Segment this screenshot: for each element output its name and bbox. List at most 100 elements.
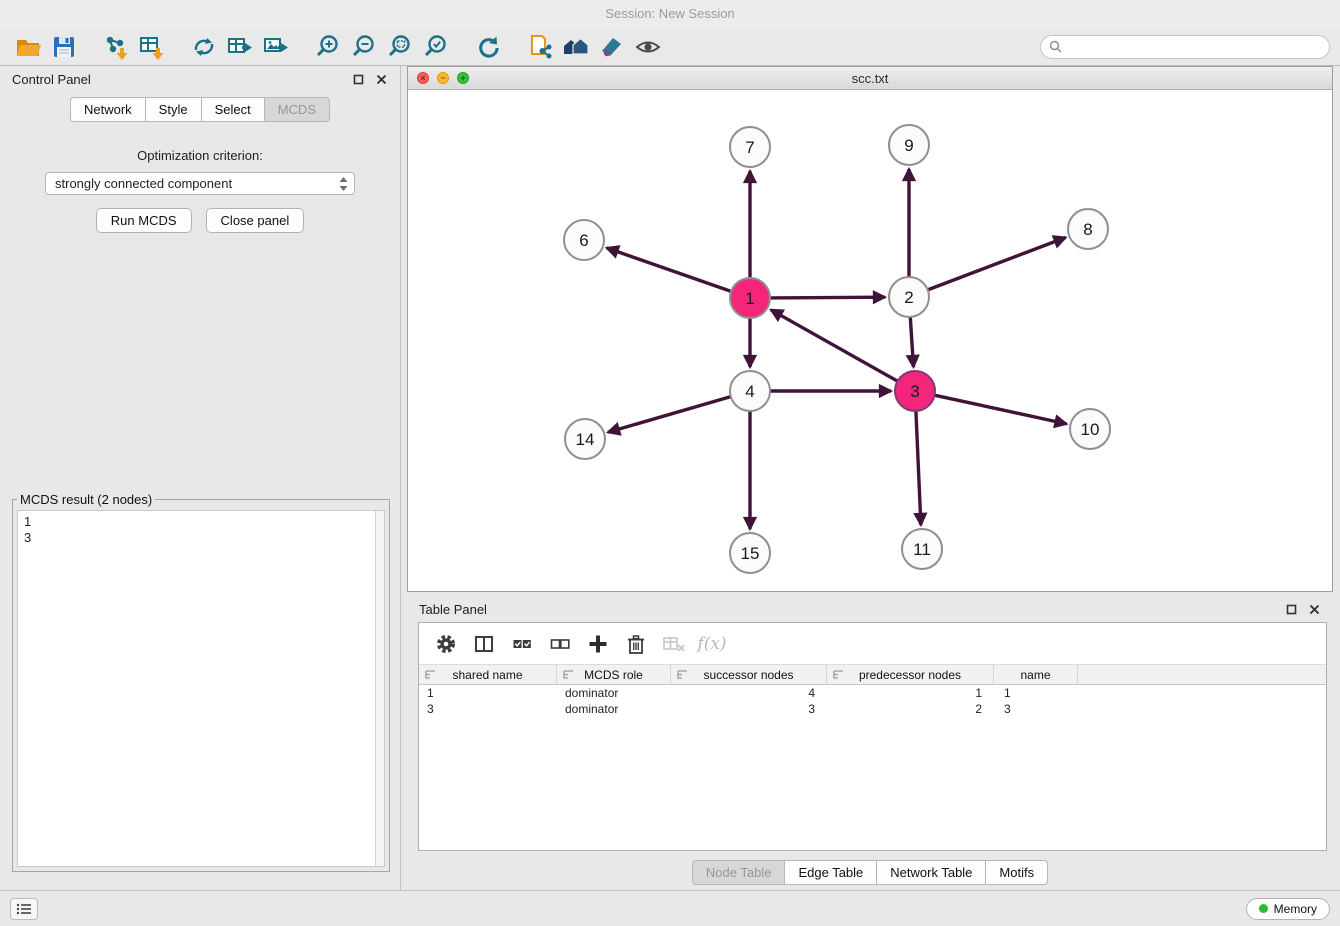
table-settings-button[interactable]: [429, 628, 463, 660]
table-row[interactable]: 3 dominator 3 2 3: [419, 701, 1326, 717]
graph-edge-3-10[interactable]: [935, 395, 1067, 424]
memory-button[interactable]: Memory: [1246, 898, 1330, 920]
export-table-button[interactable]: [222, 31, 258, 63]
import-table-icon: [138, 33, 166, 61]
minimize-window-button[interactable]: −: [437, 72, 449, 84]
cell-successor-nodes[interactable]: 3: [671, 701, 827, 717]
float-table-panel-button[interactable]: [1284, 602, 1298, 616]
graph-edge-2-3[interactable]: [910, 317, 913, 367]
delete-column-button[interactable]: [619, 628, 653, 660]
trash-icon: [625, 633, 647, 655]
cell-predecessor-nodes[interactable]: 1: [827, 685, 994, 701]
table-panel: Table Panel: [407, 596, 1333, 887]
zoom-fit-button[interactable]: [382, 31, 418, 63]
graph-node-6[interactable]: 6: [564, 220, 604, 260]
cell-shared-name[interactable]: 1: [419, 685, 557, 701]
graph-edge-2-8[interactable]: [928, 238, 1066, 290]
control-panel-header: Control Panel: [0, 66, 400, 92]
tab-style[interactable]: Style: [146, 97, 202, 122]
graph-edge-3-1[interactable]: [771, 310, 898, 381]
float-window-icon: [1286, 604, 1297, 615]
open-session-button[interactable]: [10, 31, 46, 63]
function-builder-button[interactable]: f(x): [695, 628, 729, 660]
graph-node-3[interactable]: 3: [895, 371, 935, 411]
tab-select[interactable]: Select: [202, 97, 265, 122]
float-panel-button[interactable]: [351, 72, 365, 86]
table-row[interactable]: 1 dominator 4 1 1: [419, 685, 1326, 701]
graph-edge-1-2[interactable]: [770, 297, 885, 298]
export-network-button[interactable]: [186, 31, 222, 63]
tab-network[interactable]: Network: [70, 97, 146, 122]
network-canvas[interactable]: 7 9 6 8 1 2 4 3 14 10 15 11: [408, 90, 1332, 591]
tab-edge-table[interactable]: Edge Table: [785, 860, 877, 885]
apply-style-button[interactable]: [594, 31, 630, 63]
close-table-panel-button[interactable]: [1307, 602, 1321, 616]
zoom-selected-button[interactable]: [418, 31, 454, 63]
graph-edge-3-11[interactable]: [916, 411, 921, 525]
result-scrollbar[interactable]: [375, 511, 384, 866]
import-table-button[interactable]: [134, 31, 170, 63]
export-image-button[interactable]: [258, 31, 294, 63]
graph-node-1[interactable]: 1: [730, 278, 770, 318]
graph-node-10[interactable]: 10: [1070, 409, 1110, 449]
cell-shared-name[interactable]: 3: [419, 701, 557, 717]
show-columns-button[interactable]: [467, 628, 501, 660]
svg-text:11: 11: [913, 540, 931, 559]
column-header-shared-name[interactable]: shared name: [419, 665, 557, 684]
cell-predecessor-nodes[interactable]: 2: [827, 701, 994, 717]
column-type-icon: [833, 669, 844, 680]
add-column-button[interactable]: [581, 628, 615, 660]
graph-node-7[interactable]: 7: [730, 127, 770, 167]
close-panel-button[interactable]: [374, 72, 388, 86]
svg-text:9: 9: [904, 136, 913, 155]
cell-name[interactable]: 3: [994, 701, 1078, 717]
column-header-name[interactable]: name: [994, 665, 1078, 684]
float-window-icon: [353, 74, 364, 85]
home-button[interactable]: [558, 31, 594, 63]
column-header-successor-nodes[interactable]: successor nodes: [671, 665, 827, 684]
graph-edge-1-6[interactable]: [607, 248, 731, 292]
tab-network-table[interactable]: Network Table: [877, 860, 986, 885]
zoom-out-button[interactable]: [346, 31, 382, 63]
show-graphics-details-button[interactable]: [630, 31, 666, 63]
graph-node-14[interactable]: 14: [565, 419, 605, 459]
deselect-all-button[interactable]: [543, 628, 577, 660]
cell-mcds-role[interactable]: dominator: [557, 685, 671, 701]
tab-motifs[interactable]: Motifs: [986, 860, 1048, 885]
close-panel-action-button[interactable]: Close panel: [206, 208, 305, 233]
graph-edge-4-14[interactable]: [608, 397, 731, 433]
clear-table-button[interactable]: [657, 628, 691, 660]
save-session-button[interactable]: [46, 31, 82, 63]
import-network-button[interactable]: [98, 31, 134, 63]
graph-node-9[interactable]: 9: [889, 125, 929, 165]
cell-successor-nodes[interactable]: 4: [671, 685, 827, 701]
network-window-title: scc.txt: [408, 71, 1332, 86]
mcds-result-area[interactable]: 1 3: [17, 510, 385, 867]
tab-node-table[interactable]: Node Table: [692, 860, 786, 885]
zoom-window-button[interactable]: +: [457, 72, 469, 84]
zoom-in-button[interactable]: [310, 31, 346, 63]
memory-label: Memory: [1274, 902, 1317, 916]
run-mcds-button[interactable]: Run MCDS: [96, 208, 192, 233]
column-header-mcds-role[interactable]: MCDS role: [557, 665, 671, 684]
toolbar-search[interactable]: [1040, 35, 1330, 59]
window-titlebar[interactable]: Session: New Session: [0, 0, 1340, 28]
new-network-from-selection-button[interactable]: [522, 31, 558, 63]
show-panels-button[interactable]: [10, 898, 38, 920]
refresh-view-button[interactable]: [470, 31, 506, 63]
cell-mcds-role[interactable]: dominator: [557, 701, 671, 717]
column-header-predecessor-nodes[interactable]: predecessor nodes: [827, 665, 994, 684]
network-window-titlebar[interactable]: scc.txt × − +: [408, 67, 1332, 90]
graph-node-4[interactable]: 4: [730, 371, 770, 411]
close-window-button[interactable]: ×: [417, 72, 429, 84]
graph-node-2[interactable]: 2: [889, 277, 929, 317]
graph-node-8[interactable]: 8: [1068, 209, 1108, 249]
cell-name[interactable]: 1: [994, 685, 1078, 701]
tab-mcds[interactable]: MCDS: [265, 97, 330, 122]
optimization-select[interactable]: strongly connected component: [45, 172, 355, 195]
search-input[interactable]: [1067, 40, 1321, 54]
graph-node-11[interactable]: 11: [902, 529, 942, 569]
select-all-button[interactable]: [505, 628, 539, 660]
graph-node-15[interactable]: 15: [730, 533, 770, 573]
svg-text:3: 3: [910, 382, 919, 401]
